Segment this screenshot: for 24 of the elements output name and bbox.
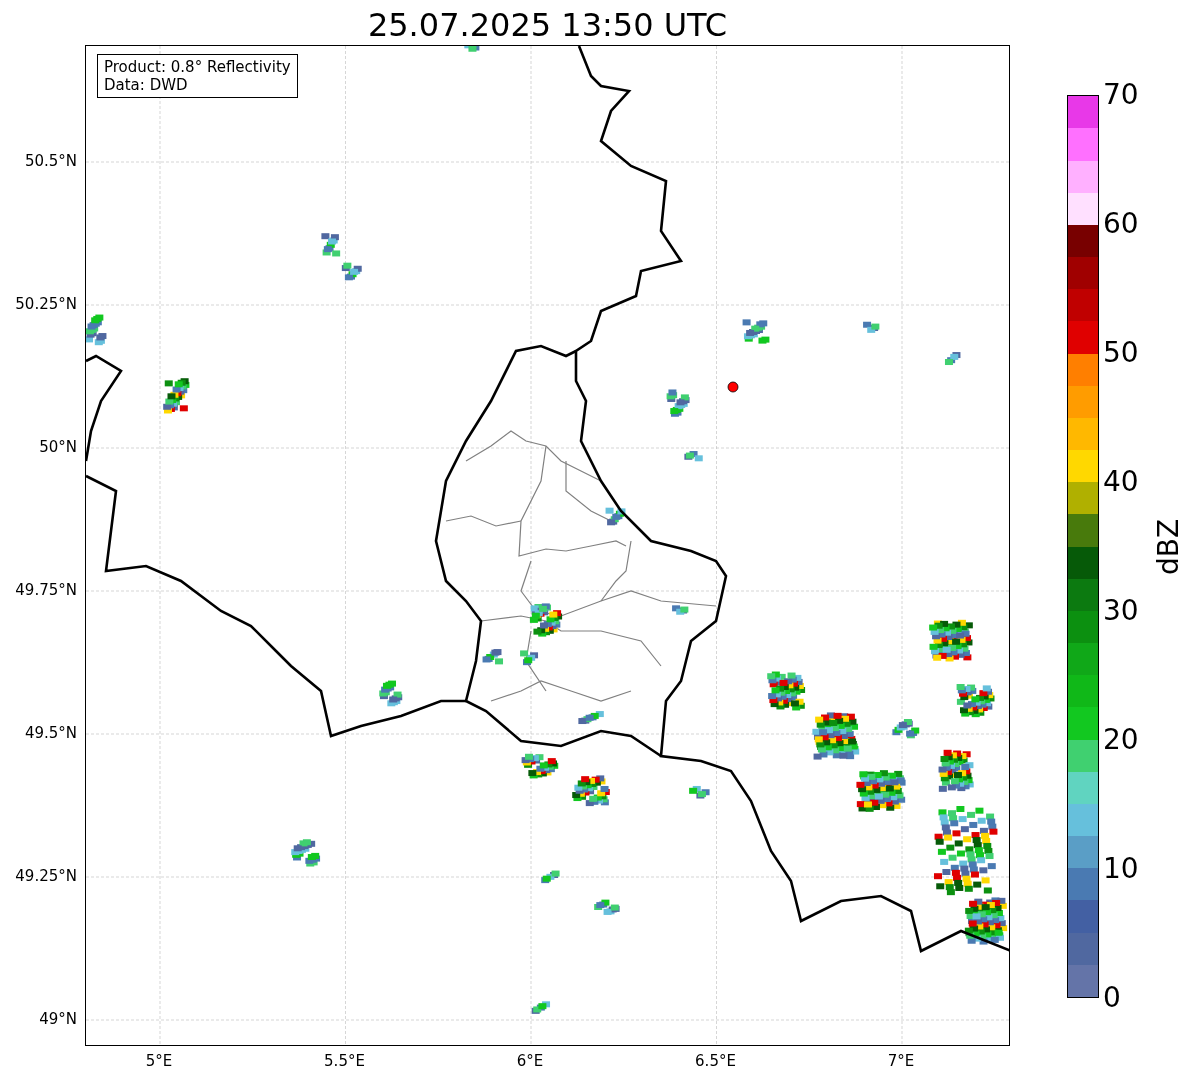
colorbar-tick-label: 30: [1103, 595, 1139, 627]
colorbar-tick-label: 10: [1103, 853, 1139, 885]
colorbar-tick-label: 20: [1103, 724, 1139, 756]
info-text: Data: DWD: [104, 76, 189, 94]
info-text: Product: 0.8° Reflectivity: [104, 58, 291, 76]
chart-title: 25.07.2025 13:50 UTC: [367, 5, 728, 45]
longitude-tick-label: 7°E: [886, 1052, 916, 1070]
latitude-tick-label: 49.75°N: [15, 581, 77, 599]
latitude-tick-label: 49°N: [39, 1010, 77, 1028]
colorbar-tick-label: 60: [1103, 208, 1139, 240]
longitude-tick-label: 6.5°E: [694, 1052, 737, 1070]
colorbar-tick-label: 0: [1103, 982, 1121, 1014]
latitude-tick-label: 50.5°N: [24, 152, 77, 170]
longitude-tick-label: 6°E: [515, 1052, 545, 1070]
longitude-tick-label: 5.5°E: [323, 1052, 366, 1070]
latitude-tick-label: 50°N: [39, 438, 77, 456]
latitude-tick-label: 50.25°N: [15, 295, 77, 313]
colorbar-tick-label: 50: [1103, 337, 1139, 369]
colorbar-tick-label: 70: [1103, 79, 1139, 111]
longitude-tick-label: 5°E: [144, 1052, 174, 1070]
colorbar-tick-label: 40: [1103, 466, 1139, 498]
latitude-tick-label: 49.25°N: [15, 867, 77, 885]
latitude-tick-label: 49.5°N: [24, 724, 77, 742]
colorbar-label: dBZ: [1153, 518, 1186, 575]
